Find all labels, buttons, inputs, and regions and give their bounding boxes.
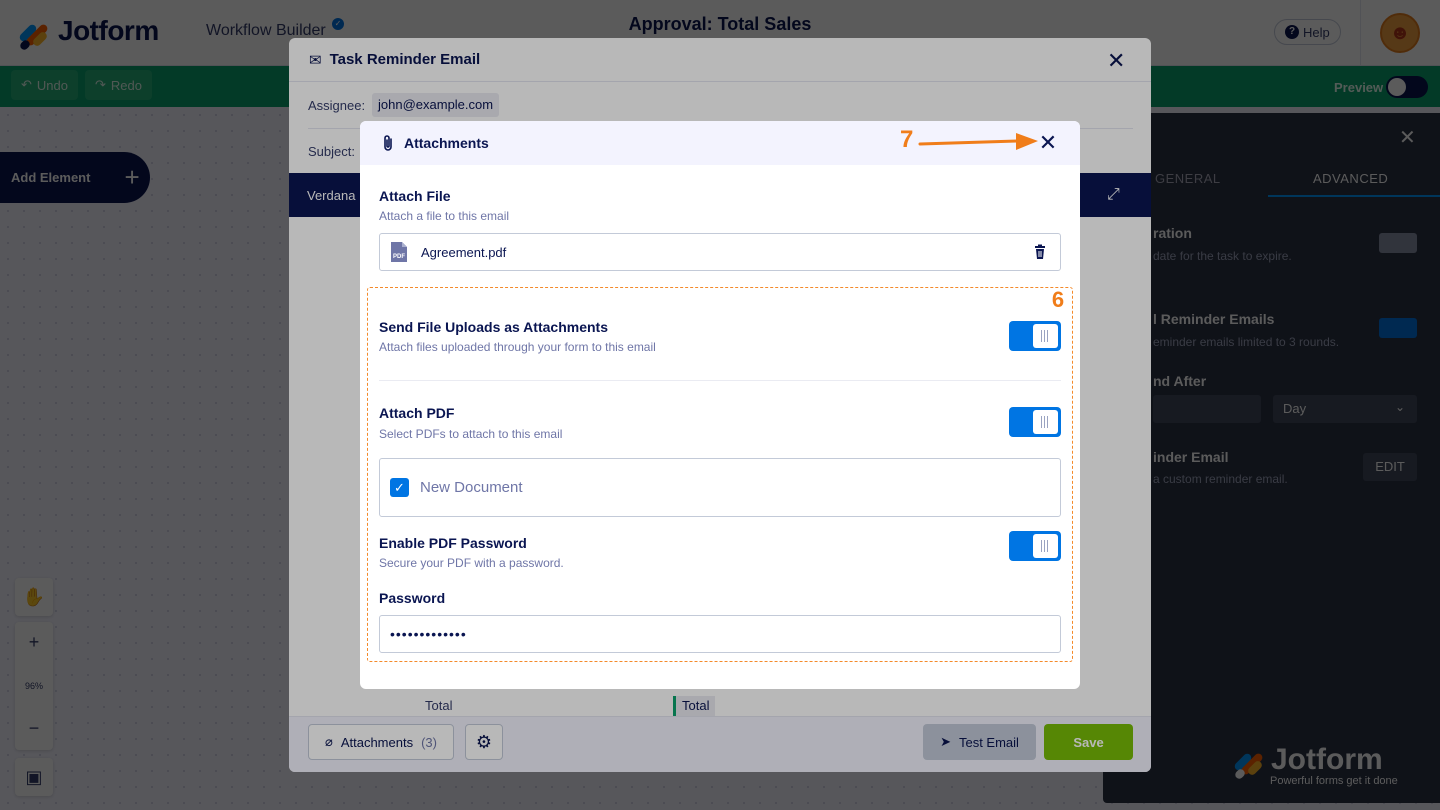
pdf-password-title: Enable PDF Password: [379, 535, 527, 551]
trash-icon[interactable]: [1032, 244, 1048, 260]
attach-pdf-toggle[interactable]: [1009, 407, 1061, 437]
attach-file-subtitle: Attach a file to this email: [379, 209, 510, 223]
paperclip-icon: [384, 135, 392, 151]
divider: [379, 380, 1061, 381]
attach-pdf-subtitle: Select PDFs to attach to this email: [379, 427, 563, 441]
pdf-file-icon-text: PDF: [393, 254, 405, 260]
step-6-badge: 6: [1051, 287, 1065, 312]
attach-file-title: Attach File: [379, 188, 451, 204]
attachments-modal: Attachments ✕ Attach File Attach a file …: [360, 121, 1080, 689]
attachments-modal-title: Attachments: [404, 135, 489, 151]
password-label: Password: [379, 590, 446, 606]
attached-file-name: Agreement.pdf: [421, 244, 507, 260]
pdf-file-icon: PDF: [391, 242, 407, 262]
send-uploads-toggle[interactable]: [1009, 321, 1061, 351]
attached-file-row: PDF Agreement.pdf: [379, 233, 1061, 271]
toggle-knob: [1033, 410, 1058, 434]
attach-pdf-title: Attach PDF: [379, 405, 455, 421]
step-7-badge: 7: [900, 126, 914, 153]
new-document-checkbox[interactable]: ✓: [390, 478, 409, 497]
pdf-password-toggle[interactable]: [1009, 531, 1061, 561]
password-field[interactable]: •••••••••••••: [379, 615, 1061, 653]
pdf-password-subtitle: Secure your PDF with a password.: [379, 556, 564, 570]
send-uploads-subtitle: Attach files uploaded through your form …: [379, 340, 656, 354]
toggle-knob: [1033, 324, 1058, 348]
annotation-arrow-icon: [918, 133, 1038, 150]
pdf-document-list: ✓ New Document: [379, 458, 1061, 517]
new-document-label[interactable]: New Document: [420, 479, 523, 496]
send-uploads-title: Send File Uploads as Attachments: [379, 319, 608, 335]
toggle-knob: [1033, 534, 1058, 558]
